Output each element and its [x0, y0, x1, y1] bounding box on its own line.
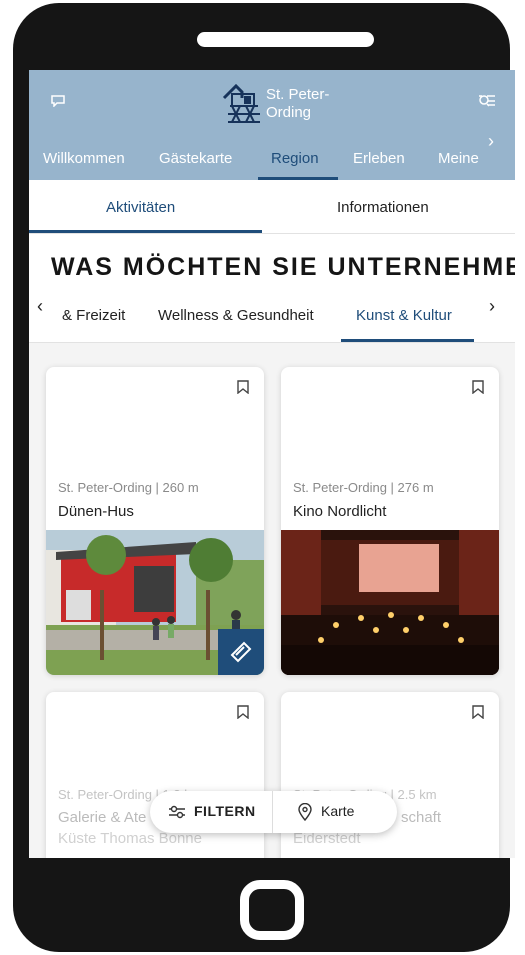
- category-bar: ‹ & Freizeit Wellness & Gesundheit Kunst…: [29, 292, 515, 343]
- fab-divider: [272, 791, 273, 833]
- bookmark-icon[interactable]: [237, 705, 249, 719]
- category-active-indicator: [341, 339, 474, 342]
- ticket-icon: [230, 641, 252, 663]
- page-headline: WAS MÖCHTEN SIE UNTERNEHMEN?: [51, 253, 515, 281]
- nav-item-willkommen[interactable]: Willkommen: [43, 150, 125, 167]
- map-button-label: Karte: [321, 803, 355, 819]
- category-kunst-kultur[interactable]: Kunst & Kultur: [356, 307, 452, 324]
- results-list: St. Peter-Ording | 260 m Dünen-Hus St. P…: [29, 343, 515, 858]
- category-freizeit[interactable]: & Freizeit: [62, 307, 125, 324]
- tab-aktivitaeten[interactable]: Aktivitäten: [106, 199, 175, 216]
- bookmark-icon[interactable]: [237, 380, 249, 394]
- phone-speaker: [197, 32, 374, 47]
- result-card-galerie[interactable]: St. Peter-Ording | 1.3 k Galerie & Ate K…: [46, 692, 264, 858]
- top-navigation: Willkommen Gästekarte Region Erleben Mei…: [29, 144, 515, 180]
- map-pin-icon: [298, 803, 312, 821]
- sliders-icon: [169, 805, 185, 819]
- card-meta: St. Peter-Ording | 260 m: [58, 480, 199, 495]
- card-title: Dünen-Hus: [58, 503, 134, 520]
- subtab-active-indicator: [29, 230, 262, 233]
- bookmark-icon[interactable]: [472, 705, 484, 719]
- phone-home-button[interactable]: [240, 880, 304, 940]
- chat-icon[interactable]: [51, 95, 65, 107]
- result-card-kino-nordlicht[interactable]: St. Peter-Ording | 276 m Kino Nordlicht: [281, 367, 499, 675]
- filter-search-icon[interactable]: [478, 94, 496, 108]
- ticket-badge: [218, 629, 264, 675]
- app-header: St. Peter- Ording Willkommen Gästekarte …: [29, 70, 515, 180]
- nav-item-region[interactable]: Region: [271, 150, 319, 167]
- category-wellness[interactable]: Wellness & Gesundheit: [158, 307, 314, 324]
- card-photo: [281, 530, 499, 675]
- category-next-icon[interactable]: ›: [489, 296, 495, 317]
- app-screen: St. Peter- Ording Willkommen Gästekarte …: [29, 70, 515, 858]
- sub-tabs: Aktivitäten Informationen: [29, 180, 515, 234]
- nav-scroll-right-icon[interactable]: ›: [488, 131, 494, 152]
- logo-house-icon: [222, 83, 260, 123]
- result-card-duenen-hus[interactable]: St. Peter-Ording | 260 m Dünen-Hus: [46, 367, 264, 675]
- brand-name: St. Peter- Ording: [266, 86, 329, 122]
- card-title: Galerie & Ate: [58, 809, 147, 826]
- tab-informationen[interactable]: Informationen: [337, 199, 429, 216]
- nav-item-erleben[interactable]: Erleben: [353, 150, 405, 167]
- card-meta: St. Peter-Ording | 276 m: [293, 480, 434, 495]
- nav-item-meine[interactable]: Meine: [438, 150, 479, 167]
- card-title: Kino Nordlicht: [293, 503, 387, 520]
- brand-line-2: Ording: [266, 104, 312, 121]
- bookmark-icon[interactable]: [472, 380, 484, 394]
- filter-button-label: FILTERN: [194, 803, 256, 819]
- category-prev-icon[interactable]: ‹: [37, 296, 43, 317]
- card-title: schaft: [401, 809, 442, 826]
- nav-item-gaestekarte[interactable]: Gästekarte: [159, 150, 232, 167]
- brand-line-1: St. Peter-: [266, 86, 330, 103]
- floating-action-bar: FILTERN Karte: [150, 791, 397, 833]
- result-card-eiderstedt[interactable]: St. Peter-Ording | 2.5 km schaft Eiderst…: [281, 692, 499, 858]
